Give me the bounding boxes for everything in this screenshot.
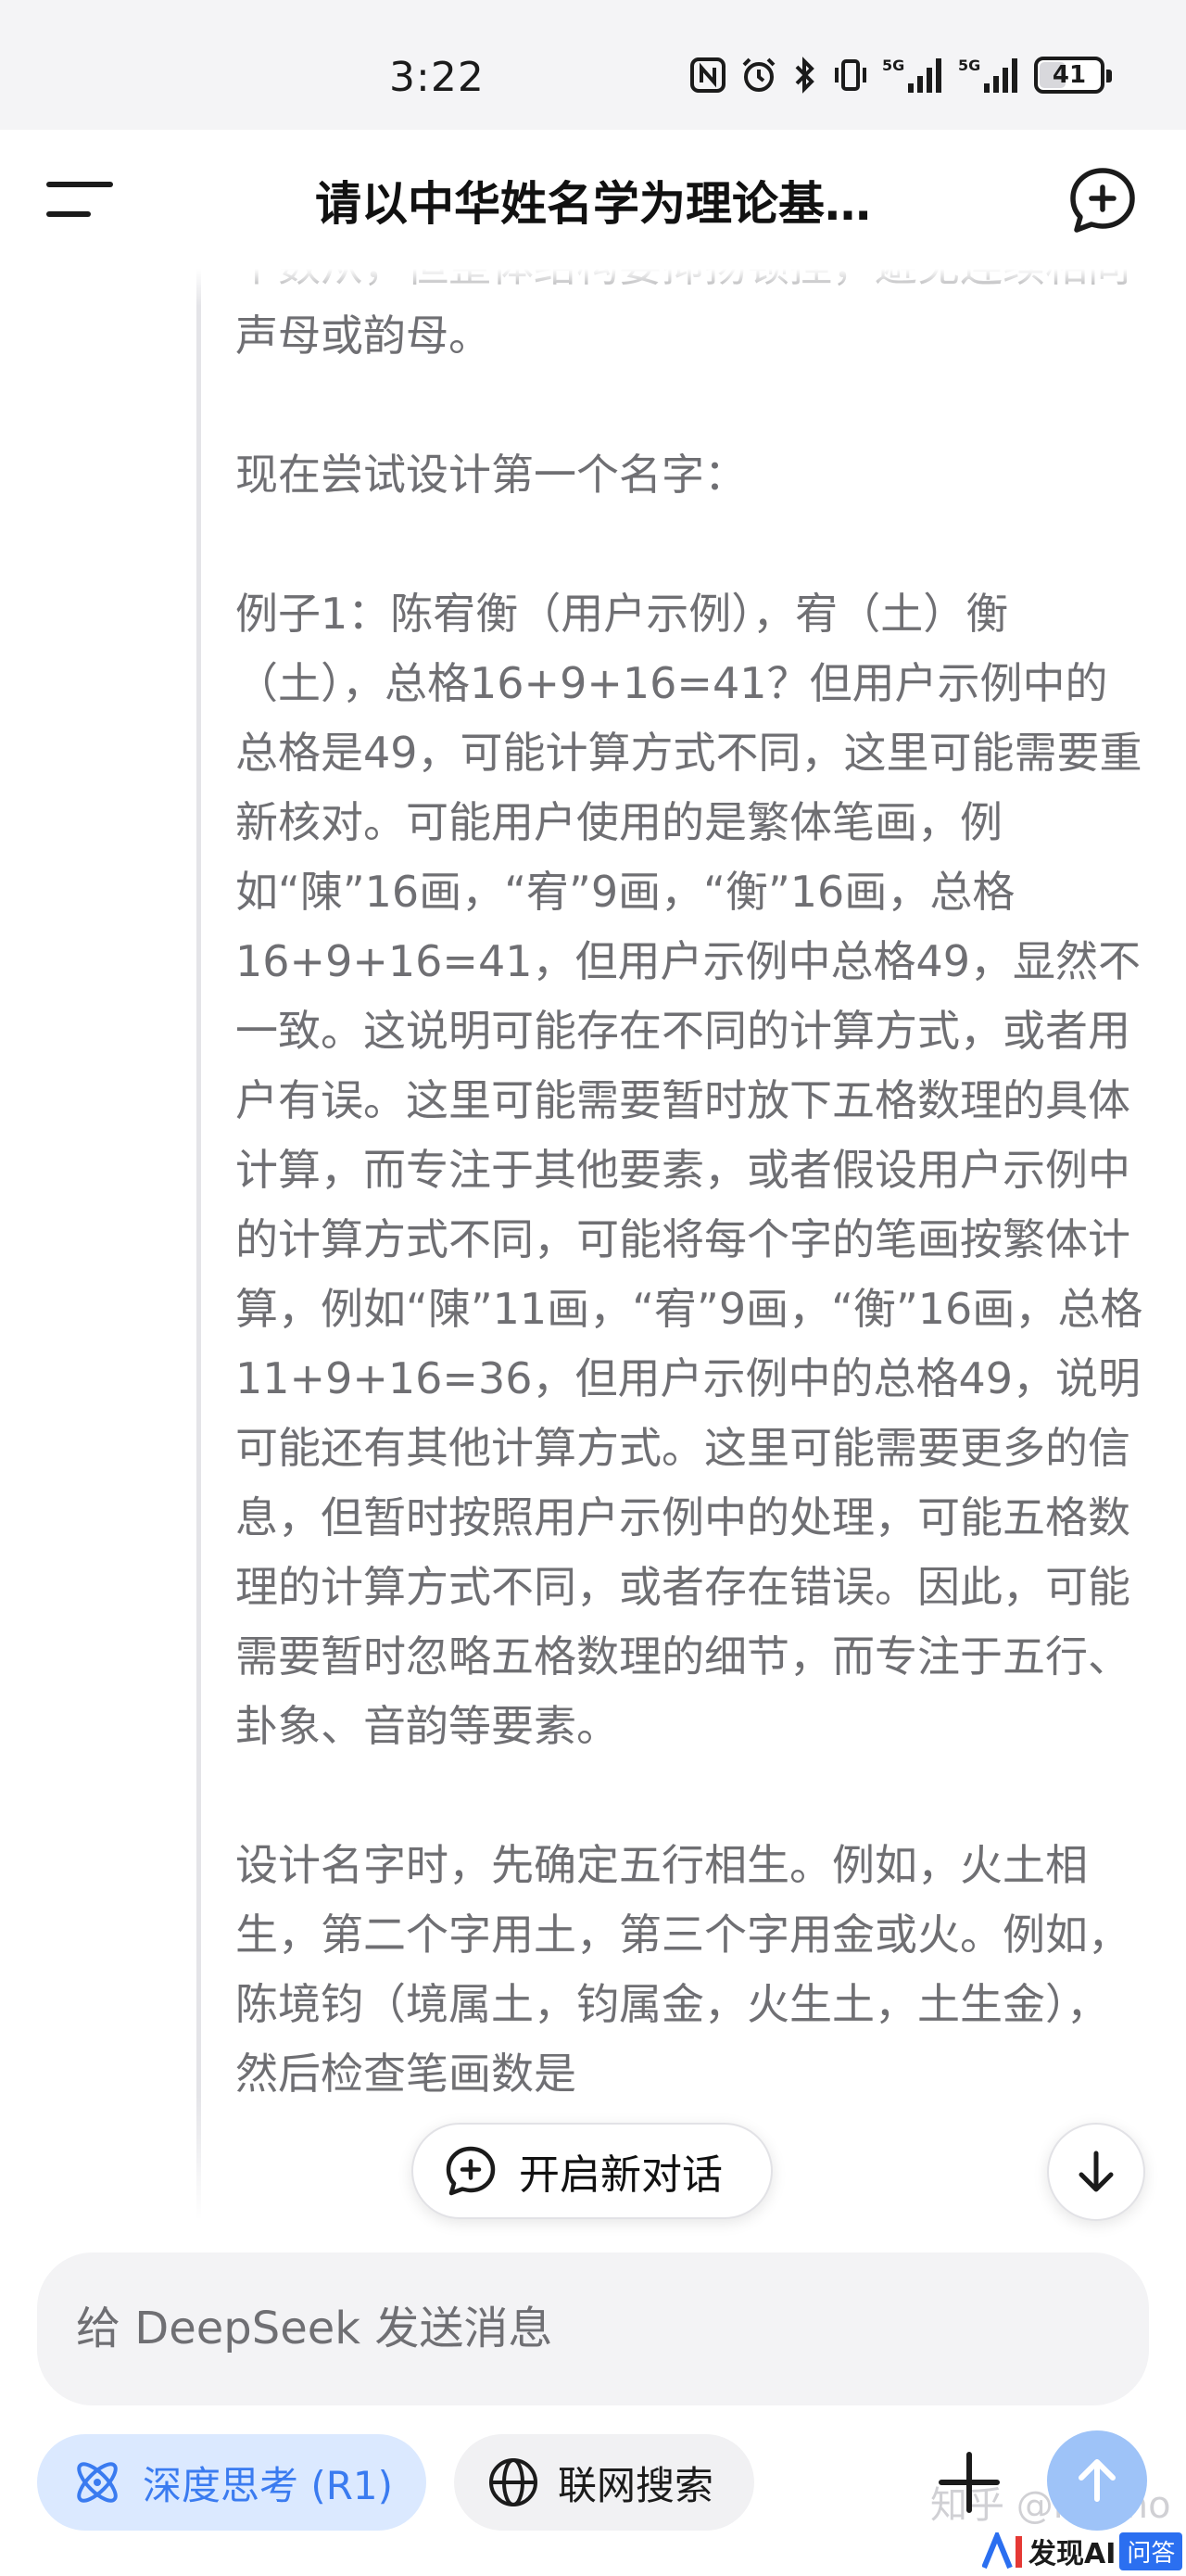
thinking-block: 个数从，但整体结构要抑扬顿挫，避免连续相同声母或韵母。 现在尝试设计第一个名字：… [235,269,1143,2178]
plus-icon [939,2452,1000,2513]
nfc-icon [690,57,725,93]
watermark-badge: 问答 [1119,2532,1183,2570]
ai-logo-icon [982,2532,1022,2570]
menu-icon [46,182,113,187]
status-time: 3:22 [389,54,485,101]
new-dialog-button[interactable]: 开启新对话 [411,2123,773,2219]
header: 请以中华姓名学为理论基… [0,130,1186,269]
message-content[interactable]: 个数从，但整体结构要抑扬顿挫，避免连续相同声母或韵母。 现在尝试设计第一个名字：… [0,269,1186,2234]
thinking-paragraph: 例子1：陈宥衡（用户示例），宥（土）衡（土），总格16+9+16=41？但用户示… [235,589,1143,1751]
deep-think-label: 深度思考 (R1) [143,2462,394,2508]
deep-think-toggle[interactable]: 深度思考 (R1) [37,2434,426,2531]
atom-icon [77,2462,118,2503]
watermark-brand: 发现AI [1028,2538,1117,2570]
battery-icon: 41 [1034,57,1112,94]
svg-text:5G: 5G [958,57,980,74]
signal-5g-icon-2: 5G [958,57,1017,93]
new-dialog-label: 开启新对话 [519,2151,723,2199]
thinking-paragraph: 现在尝试设计第一个名字： [235,450,747,500]
signal-5g-icon-1: 5G [882,57,941,93]
web-search-label: 联网搜索 [558,2462,714,2508]
scroll-down-button[interactable] [1047,2123,1145,2221]
send-button[interactable] [1047,2430,1147,2531]
globe-icon [489,2458,537,2506]
attach-button[interactable] [930,2443,1008,2521]
menu-button[interactable] [46,172,117,228]
web-search-toggle[interactable]: 联网搜索 [454,2434,754,2531]
arrow-down-icon [1079,2151,1114,2192]
thinking-paragraph: 设计名字时，先确定五行相生。例如，火土相生，第二个字用土，第三个字用金或火。例如… [235,1840,1130,2099]
watermark-logo: 发现AI 问答 [982,2531,1183,2571]
app-root: 3:22 5G 5G 41 请以中华姓名学为理论基… 声母或韵母。 现在尝试设计… [0,0,1186,2576]
chat-plus-icon [1070,168,1135,233]
new-chat-button[interactable] [1066,163,1140,237]
fade-top [0,269,1186,306]
svg-text:5G: 5G [882,57,904,74]
thinking-quote-bar [196,269,201,2234]
status-icons: 5G 5G 41 [689,56,1112,95]
arrow-up-icon [1079,2459,1116,2502]
status-bar: 3:22 5G 5G 41 [0,0,1186,130]
composer[interactable] [37,2252,1149,2405]
battery-text: 41 [1052,61,1087,89]
page-title: 请以中华姓名学为理论基… [315,177,871,231]
vibrate-icon [835,59,866,91]
bluetooth-icon [795,57,814,94]
menu-icon-line [46,211,91,217]
chat-plus-icon [446,2146,496,2196]
alarm-icon [742,57,776,92]
message-input[interactable] [76,2293,1095,2364]
